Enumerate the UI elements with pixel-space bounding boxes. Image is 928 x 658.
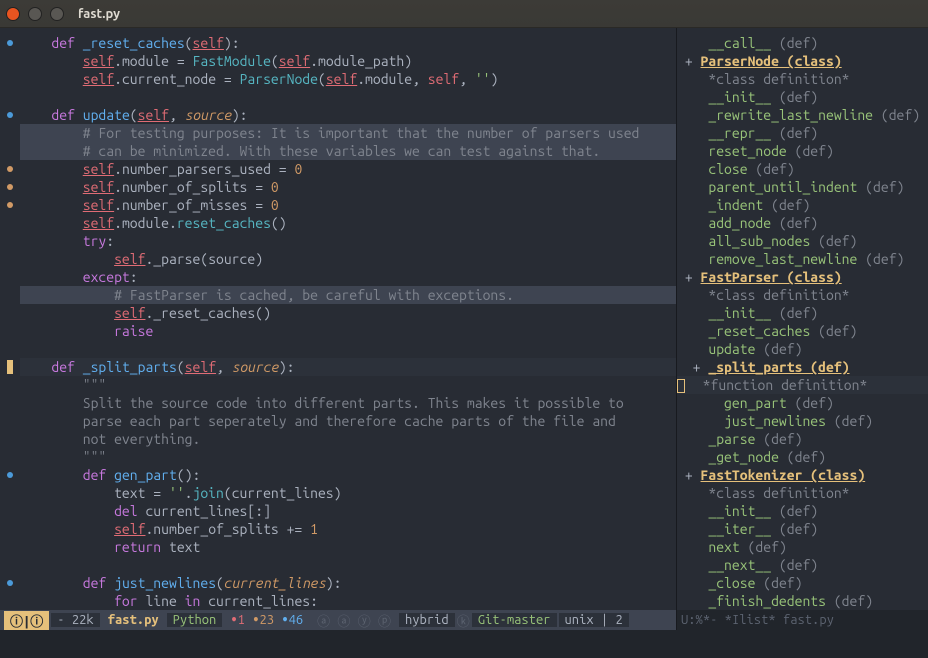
outline-item[interactable]: __next__ (def) <box>677 556 928 574</box>
outline-item[interactable]: *function definition* <box>677 376 928 394</box>
code-line[interactable]: del current_lines[:] <box>20 502 676 520</box>
outline-item[interactable]: _rewrite_last_newline (def) <box>677 106 928 124</box>
outline-item[interactable]: __call__ (def) <box>677 34 928 52</box>
code-line[interactable]: self.number_of_splits += 1 <box>20 520 676 538</box>
ml-position: - 22k <box>51 613 99 627</box>
ml-info: •46 <box>281 613 303 627</box>
code-line[interactable]: def _split_parts(self, source): <box>20 358 676 376</box>
ml-right-text: U:%*- *Ilist* fast.py <box>681 613 834 627</box>
code-line[interactable]: not everything. <box>20 430 676 448</box>
ml-major-mode: Python <box>167 613 223 627</box>
code-line[interactable]: self.number_of_misses = 0 <box>20 196 676 214</box>
window-title: fast.py <box>78 7 120 21</box>
outline-item[interactable]: just_newlines (def) <box>677 412 928 430</box>
outline-item[interactable]: _finish_dedents (def) <box>677 592 928 610</box>
code-line[interactable]: def update(self, source): <box>20 106 676 124</box>
outline-item[interactable]: *class definition* <box>677 484 928 502</box>
outline-item[interactable]: update (def) <box>677 340 928 358</box>
outline-item[interactable]: __repr__ (def) <box>677 124 928 142</box>
code-line[interactable]: def _reset_caches(self): <box>20 34 676 52</box>
editor-pane[interactable]: def _reset_caches(self): self.module = F… <box>0 28 676 610</box>
maximize-icon[interactable] <box>50 7 64 21</box>
code-line[interactable]: self.module = FastModule(self.module_pat… <box>20 52 676 70</box>
outline-item[interactable]: _indent (def) <box>677 196 928 214</box>
code-line[interactable]: parse each part seperately and therefore… <box>20 412 676 430</box>
ml-flycheck: •1 •23 •46 <box>224 613 309 627</box>
outline-item[interactable]: close (def) <box>677 160 928 178</box>
outline-item[interactable]: _parse (def) <box>677 430 928 448</box>
minibuffer[interactable] <box>0 630 928 658</box>
modeline-main: ⓘ|ⓘ - 22k fast.py Python •1 •23 •46 ⓐ ⓐ … <box>0 610 676 630</box>
code-line[interactable]: except: <box>20 268 676 286</box>
outline-item[interactable]: + ParserNode (class) <box>677 52 928 70</box>
outline-item[interactable]: _get_node (def) <box>677 448 928 466</box>
outline-item[interactable]: *class definition* <box>677 286 928 304</box>
code-line[interactable]: try: <box>20 232 676 250</box>
ml-theme: hybrid <box>399 613 455 627</box>
code-line[interactable]: def gen_part(): <box>20 466 676 484</box>
close-icon[interactable] <box>6 7 20 21</box>
outline-item[interactable]: add_node (def) <box>677 214 928 232</box>
outline-item[interactable]: all_sub_nodes (def) <box>677 232 928 250</box>
modelines: ⓘ|ⓘ - 22k fast.py Python •1 •23 •46 ⓐ ⓐ … <box>0 610 928 630</box>
gutter <box>0 34 20 610</box>
code-line[interactable]: # For testing purposes: It is important … <box>20 124 676 142</box>
outline-item[interactable]: reset_node (def) <box>677 142 928 160</box>
outline-item[interactable]: *class definition* <box>677 70 928 88</box>
outline-item[interactable]: __init__ (def) <box>677 502 928 520</box>
outline-item[interactable]: __init__ (def) <box>677 304 928 322</box>
outline-item[interactable]: + _split_parts (def) <box>677 358 928 376</box>
outline-item[interactable]: + FastTokenizer (class) <box>677 466 928 484</box>
minimize-icon[interactable] <box>28 7 42 21</box>
code-line[interactable]: self.number_of_splits = 0 <box>20 178 676 196</box>
ml-vcs: Git-master <box>472 613 557 627</box>
outline-item[interactable]: next (def) <box>677 538 928 556</box>
code-line[interactable]: self.current_node = ParserNode(self.modu… <box>20 70 676 88</box>
outline-item[interactable]: remove_last_newline (def) <box>677 250 928 268</box>
code-line[interactable]: """ <box>20 448 676 466</box>
code-line[interactable]: # can be minimized. With these variables… <box>20 142 676 160</box>
code-line[interactable]: for line in current_lines: <box>20 592 676 610</box>
code-area[interactable]: def _reset_caches(self): self.module = F… <box>20 34 676 610</box>
ml-warn: •23 <box>252 613 274 627</box>
outline-item[interactable]: __init__ (def) <box>677 88 928 106</box>
modeline-outline: U:%*- *Ilist* fast.py <box>676 610 928 630</box>
ml-filename: fast.py <box>102 613 165 627</box>
code-line[interactable]: text = ''.join(current_lines) <box>20 484 676 502</box>
code-line[interactable]: Split the source code into different par… <box>20 394 676 412</box>
code-line[interactable]: self.number_parsers_used = 0 <box>20 160 676 178</box>
ml-k: ⓚ <box>457 611 470 630</box>
ml-err: •1 <box>230 613 245 627</box>
code-line[interactable]: def just_newlines(current_lines): <box>20 574 676 592</box>
outline-pane[interactable]: __call__ (def) + ParserNode (class) *cla… <box>676 28 928 610</box>
outline-item[interactable]: + FastParser (class) <box>677 268 928 286</box>
code-line[interactable]: self._reset_caches() <box>20 304 676 322</box>
ml-minor-modes: ⓐ ⓐ ⓨ ⓟ <box>311 611 397 630</box>
ml-encoding: unix | 2 <box>559 613 629 627</box>
code-line[interactable]: raise <box>20 322 676 340</box>
code-line[interactable]: """ <box>20 376 676 394</box>
outline-item[interactable]: _close (def) <box>677 574 928 592</box>
titlebar: fast.py <box>0 0 928 28</box>
code-line[interactable] <box>20 88 676 106</box>
outline-item[interactable]: parent_until_indent (def) <box>677 178 928 196</box>
code-line[interactable]: self._parse(source) <box>20 250 676 268</box>
ml-warnings: ⓘ|ⓘ <box>4 611 49 630</box>
outline-item[interactable]: gen_part (def) <box>677 394 928 412</box>
outline-item[interactable]: _reset_caches (def) <box>677 322 928 340</box>
code-line[interactable]: # FastParser is cached, be careful with … <box>20 286 676 304</box>
code-line[interactable]: return text <box>20 538 676 556</box>
workspace: def _reset_caches(self): self.module = F… <box>0 28 928 610</box>
outline-item[interactable]: __iter__ (def) <box>677 520 928 538</box>
code-line[interactable]: self.module.reset_caches() <box>20 214 676 232</box>
code-line[interactable] <box>20 556 676 574</box>
code-line[interactable] <box>20 340 676 358</box>
